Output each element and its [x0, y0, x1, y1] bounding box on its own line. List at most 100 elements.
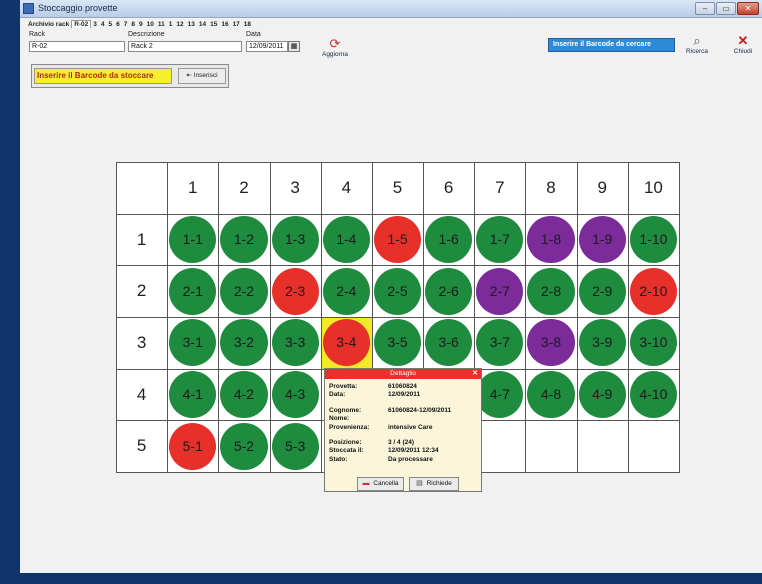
detail-field-value: Da processare	[388, 456, 433, 463]
title-bar: Stoccaggio provette – ▭ ✕	[20, 0, 762, 18]
tube-purple[interactable]: 2-7	[476, 267, 524, 315]
tube-green[interactable]: 1-2	[220, 215, 268, 264]
tube-green[interactable]: 2-2	[220, 267, 268, 315]
tube-green[interactable]: 4-9	[578, 370, 626, 419]
tube-green[interactable]: 3-9	[578, 319, 626, 367]
richiede-label: Richiede	[426, 480, 452, 487]
rack-tab[interactable]: 12	[174, 21, 185, 28]
close-icon: ✕	[737, 33, 749, 48]
minimize-button[interactable]: –	[695, 2, 715, 15]
cancella-button[interactable]: ▬ Cancella	[357, 477, 404, 491]
date-label: Data	[246, 31, 261, 38]
store-panel: Inserire il Barcode da stoccare ⇤ Inseri…	[31, 64, 229, 88]
detail-field-label: Stato:	[329, 456, 348, 463]
row-header: 1	[136, 229, 147, 249]
request-icon: ▤	[416, 480, 423, 487]
column-header: 6	[443, 177, 454, 197]
grid-cell	[627, 420, 680, 473]
detail-field-label: Stoccata il:	[329, 447, 364, 454]
tube-red[interactable]: 2-10	[629, 267, 677, 315]
column-header: 2	[239, 177, 249, 197]
tube-green[interactable]: 1-6	[425, 215, 473, 264]
rack-tab[interactable]: 5	[107, 21, 115, 28]
detail-field-value: 61060824-12/09/2011	[388, 407, 452, 414]
tube-red[interactable]: 3-4	[322, 319, 370, 367]
rack-field[interactable]: R-02	[29, 41, 125, 52]
grid-cell	[474, 420, 527, 473]
detail-field-label: Cognome:	[329, 407, 362, 414]
tube-green[interactable]: 3-2	[220, 319, 268, 367]
tube-purple[interactable]: 3-8	[527, 319, 575, 367]
search-icon: ⌕	[693, 33, 701, 48]
tube-green[interactable]: 2-6	[425, 267, 473, 315]
tube-red[interactable]: 1-5	[373, 215, 422, 264]
tube-purple[interactable]: 1-8	[527, 215, 575, 264]
close-window-button[interactable]: ✕	[737, 2, 759, 15]
tube-purple[interactable]: 1-9	[578, 215, 626, 264]
rack-tab[interactable]: 10	[145, 21, 156, 28]
tube-green[interactable]: 5-3	[271, 422, 319, 470]
refresh-icon: ⟳	[329, 36, 341, 51]
rack-tab[interactable]: 9	[137, 21, 145, 28]
rack-tab[interactable]: 6	[114, 21, 122, 28]
detail-field-label: Data:	[329, 391, 346, 398]
tube-green[interactable]: 1-4	[322, 215, 370, 264]
detail-field-value: 61060824	[388, 383, 417, 390]
ricerca-label: Ricerca	[685, 48, 709, 55]
tube-green[interactable]: 3-3	[271, 319, 319, 367]
chiudi-label: Chiudi	[733, 48, 753, 55]
rack-tab[interactable]: 11	[156, 21, 167, 28]
detail-field-value: 12/09/2011 12:34	[388, 447, 439, 454]
archive-rack-label: Archivio rack	[28, 21, 70, 28]
tube-green[interactable]: 4-2	[220, 370, 268, 419]
richiede-button[interactable]: ▤ Richiede	[409, 477, 459, 491]
maximize-button[interactable]: ▭	[716, 2, 736, 15]
detail-field-label: Provetta:	[329, 383, 358, 390]
tube-green[interactable]: 2-1	[169, 267, 217, 315]
rack-tab[interactable]: 7	[122, 21, 130, 28]
date-field[interactable]: 12/09/2011	[246, 41, 288, 52]
tube-green[interactable]: 2-8	[527, 267, 575, 315]
tube-red[interactable]: 2-3	[271, 267, 319, 315]
aggiorna-button[interactable]: ⟳ Aggiorna	[320, 36, 350, 59]
row-header: 2	[136, 281, 147, 301]
grid-corner-cell	[116, 162, 169, 215]
rack-tab[interactable]: R-02	[71, 20, 92, 28]
insert-icon: ⇤	[186, 72, 192, 79]
tube-green[interactable]: 4-8	[527, 370, 575, 419]
tube-green[interactable]: 2-9	[578, 267, 626, 315]
popup-close-icon[interactable]: ✕	[472, 369, 478, 379]
detail-field-value: intensive Care	[388, 424, 433, 431]
rack-tab[interactable]: 8	[129, 21, 137, 28]
ricerca-button[interactable]: ⌕ Ricerca	[684, 33, 710, 56]
tube-green[interactable]: 5-2	[220, 422, 268, 470]
rack-tab[interactable]: 14	[197, 21, 208, 28]
barcode-search-input[interactable]: Inserire il Barcode da cercare	[548, 38, 675, 52]
row-header: 5	[136, 436, 147, 456]
rack-tab[interactable]: 18	[242, 21, 253, 28]
tube-green[interactable]: 1-10	[629, 215, 677, 264]
rack-tab[interactable]: 17	[231, 21, 242, 28]
rack-tab[interactable]: 16	[219, 21, 230, 28]
barcode-store-input[interactable]: Inserire il Barcode da stoccare	[34, 68, 172, 84]
rack-tab-strip: Archivio rack R-02 3 4 5 6 7 8 9 10 11 1 12 13 14 15 16 1…	[26, 20, 253, 30]
inserisci-button[interactable]: ⇤ Inserisci	[178, 68, 226, 84]
rack-tab[interactable]: 3	[91, 21, 99, 28]
tube-green[interactable]: 4-3	[271, 370, 319, 419]
tube-red[interactable]: 5-1	[169, 422, 217, 470]
tube-green[interactable]: 1-3	[271, 215, 319, 264]
detail-field-label: Provenienza:	[329, 424, 370, 431]
rack-tab[interactable]: 15	[208, 21, 219, 28]
calendar-icon[interactable]: ▦	[288, 41, 300, 52]
chiudi-button[interactable]: ✕ Chiudi	[730, 33, 756, 56]
description-label: Descrizione	[128, 31, 165, 38]
row-header: 4	[136, 384, 147, 404]
tube-green[interactable]: 2-5	[373, 267, 422, 315]
rack-tab[interactable]: 13	[186, 21, 197, 28]
tube-green[interactable]: 4-10	[629, 370, 677, 419]
description-field[interactable]: Rack 2	[128, 41, 242, 52]
rack-tab[interactable]: 1	[167, 21, 175, 28]
rack-tab[interactable]: 4	[99, 21, 107, 28]
column-header: 8	[546, 177, 556, 197]
tube-green[interactable]: 2-4	[322, 267, 370, 315]
